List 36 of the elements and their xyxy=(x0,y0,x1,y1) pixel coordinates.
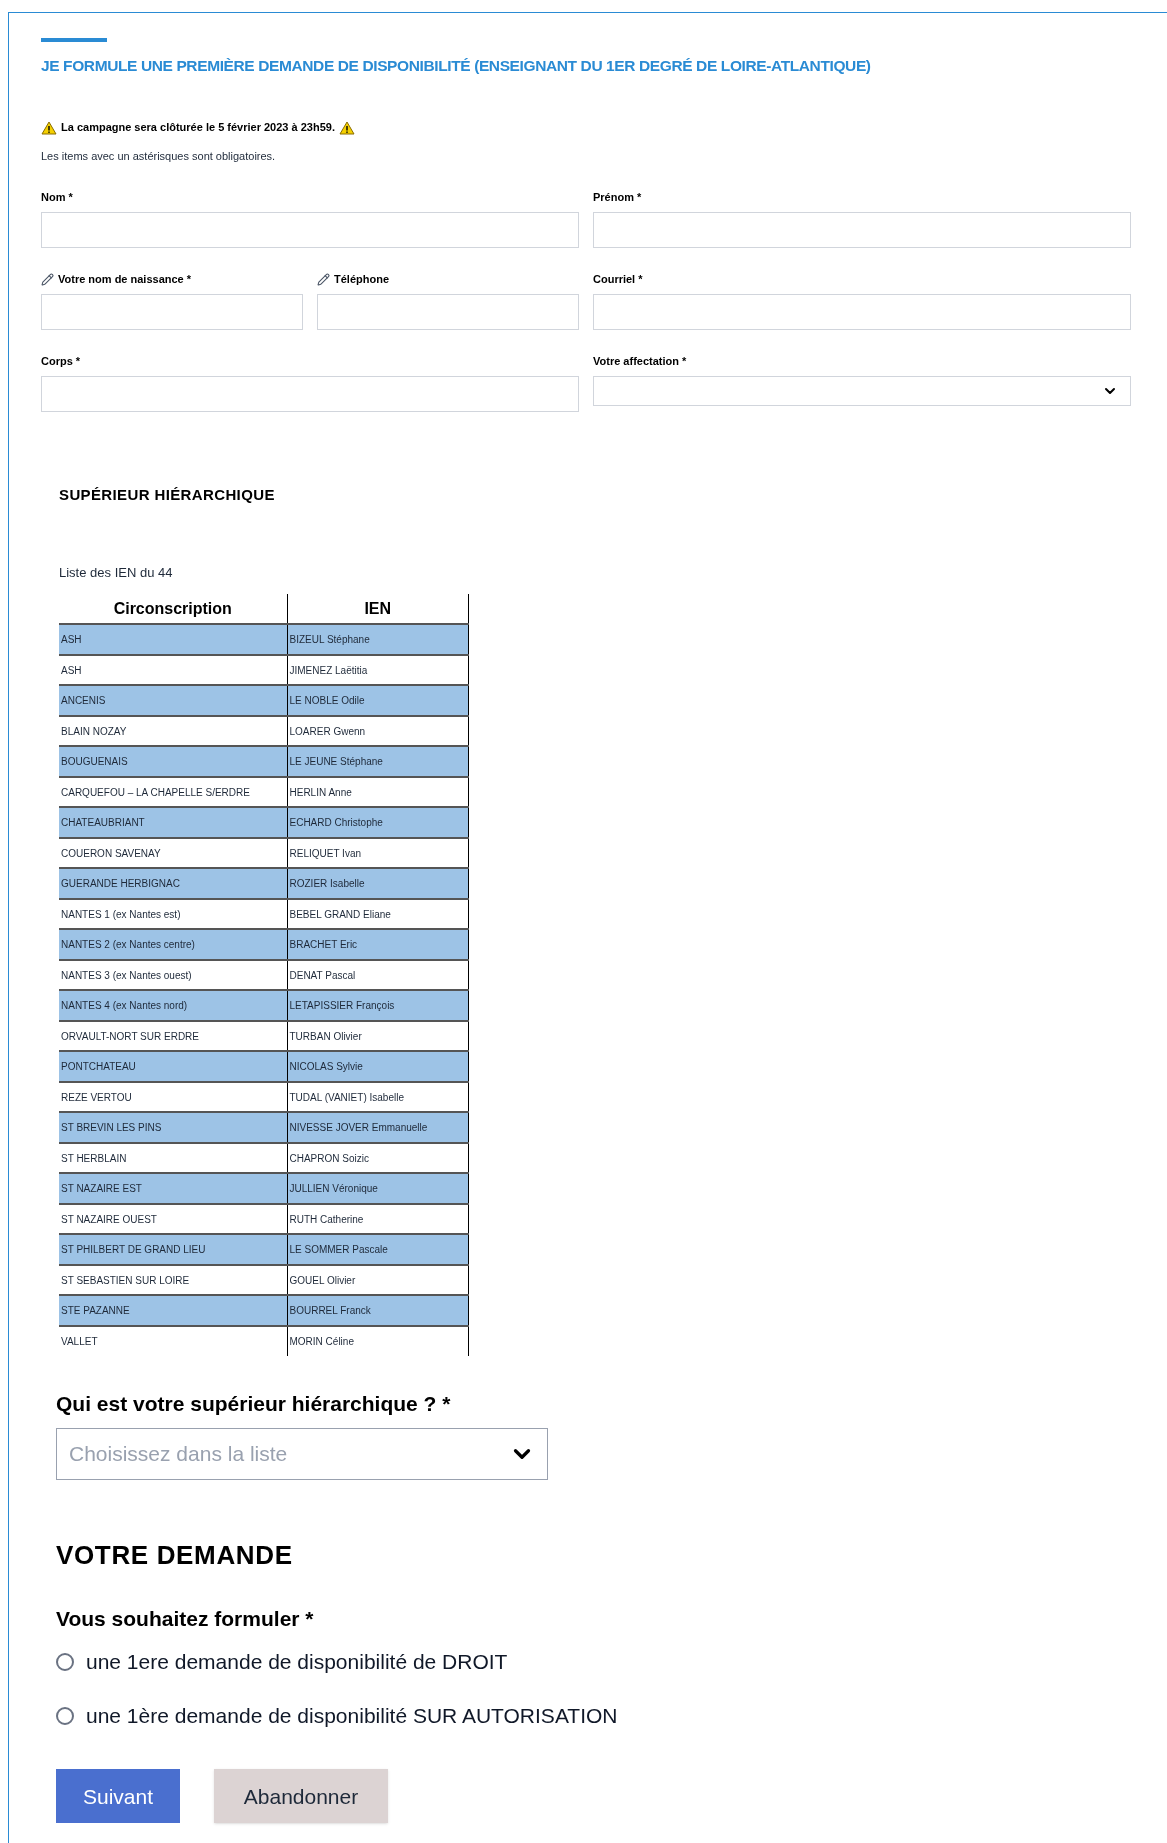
field-label: Téléphone xyxy=(334,272,389,287)
section-heading: VOTRE DEMANDE xyxy=(56,1538,294,1572)
field-label: Votre nom de naissance * xyxy=(58,272,192,287)
input-field[interactable] xyxy=(317,294,579,331)
field-label: Votre affectation * xyxy=(593,354,687,369)
input-field[interactable] xyxy=(41,294,303,331)
radio-button[interactable] xyxy=(56,1653,74,1671)
section-heading: SUPÉRIEUR HIÉRARCHIQUE xyxy=(59,485,276,506)
select-field[interactable] xyxy=(593,376,1131,407)
field-label: Courriel * xyxy=(593,272,643,287)
cancel-button[interactable]: Abandonner xyxy=(214,1769,388,1824)
page-title: JE FORMULE UNE PREMIÈRE DEMANDE DE DISPONIBILITÉ (ENSEIGNANT DU 1ER DEGRÉ DE LOIRE-ATLANTIQUE) xyxy=(41,56,872,76)
title-accent-bar xyxy=(41,38,107,42)
radio-button[interactable] xyxy=(56,1706,74,1725)
warning-icon xyxy=(41,120,57,135)
input-field[interactable] xyxy=(41,376,579,413)
radio-label: une 1ère demande de disponibilité SUR AUTORISATION xyxy=(86,1702,618,1729)
select-field[interactable]: Choisissez dans la liste xyxy=(56,1427,548,1480)
input-field[interactable] xyxy=(593,212,1131,249)
field-label: Nom * xyxy=(41,190,73,205)
field-label: Corps * xyxy=(41,354,81,369)
table-cell: VALLET xyxy=(59,1325,287,1357)
input-field[interactable] xyxy=(41,212,579,249)
question-label: Qui est votre supérieur hiérarchique ? * xyxy=(56,1391,452,1418)
warning-icon xyxy=(338,120,355,135)
field-label: Prénom * xyxy=(593,190,642,205)
input-field[interactable] xyxy=(593,294,1131,331)
radio-label: une 1ere demande de disponibilité de DROIT xyxy=(86,1649,508,1676)
pencil-icon xyxy=(41,272,54,286)
question-label: Vous souhaitez formuler * xyxy=(56,1605,315,1632)
table-caption: Liste des IEN du 44 xyxy=(59,563,174,582)
required-note: Les items avec un astérisques sont obligatoires. xyxy=(41,148,277,164)
pencil-icon xyxy=(317,272,330,286)
next-button[interactable]: Suivant xyxy=(56,1769,180,1824)
table-cell: MORIN Céline xyxy=(287,1325,469,1357)
warning-text: La campagne sera clôturée le 5 février 2023 à 23h59. xyxy=(61,120,335,136)
